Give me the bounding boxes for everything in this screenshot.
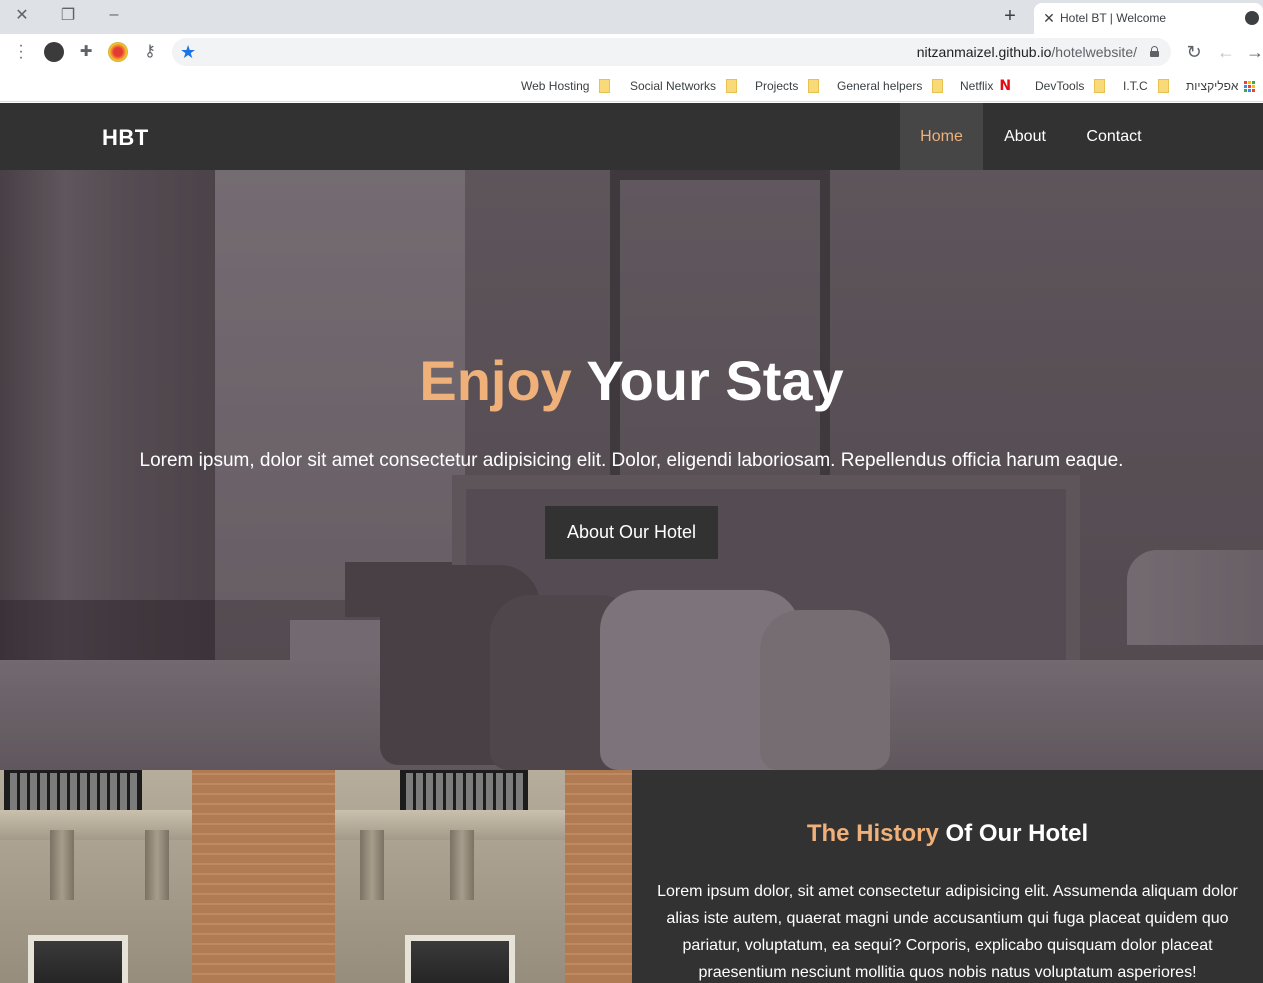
bookmark-web-hosting[interactable]: Web Hosting	[521, 76, 611, 96]
key-icon[interactable]: ⚷	[138, 40, 162, 64]
apps-grid-icon	[1244, 80, 1256, 92]
hero-title-rest: Your Stay	[571, 349, 844, 412]
folder-icon	[808, 79, 820, 93]
bookmark-projects[interactable]: Projects	[755, 76, 820, 96]
bookmark-label: DevTools	[1035, 79, 1085, 93]
history-section: The History Of Our Hotel Lorem ipsum dol…	[632, 770, 1263, 983]
netflix-icon: N	[999, 78, 1012, 94]
folder-icon	[599, 79, 611, 93]
hero-content: Enjoy Your Stay Lorem ipsum, dolor sit a…	[0, 170, 1263, 770]
close-window-icon[interactable]: ✕	[7, 4, 37, 26]
url-text: nitzanmaizel.github.io/hotelwebsite/	[917, 44, 1137, 60]
bookmark-label: Netflix	[960, 79, 994, 93]
folder-icon	[1094, 79, 1106, 93]
hotel-building-image	[0, 770, 632, 983]
lock-icon[interactable]	[1150, 46, 1159, 57]
folder-icon	[726, 79, 738, 93]
bookmark-devtools[interactable]: DevTools	[1035, 76, 1106, 96]
history-title-rest: Of Our Hotel	[938, 820, 1089, 847]
history-description: Lorem ipsum dolor, sit amet consectetur …	[657, 883, 1238, 981]
site-navbar: HBT Home About Contact	[0, 103, 1263, 170]
folder-icon	[932, 79, 944, 93]
about-hotel-button[interactable]: About Our Hotel	[545, 506, 718, 559]
bookmarks-bar: Web Hosting Social Networks Projects Gen…	[0, 70, 1263, 102]
bookmark-itc[interactable]: I.T.C	[1123, 76, 1169, 96]
url-host: nitzanmaizel.github.io	[916, 44, 1052, 60]
browser-toolbar: · · · ✚ ⚷ ★ nitzanmaizel.github.io/hotelwe…	[0, 34, 1263, 70]
browser-menu-icon[interactable]: · · ·	[14, 38, 28, 66]
site-brand-logo[interactable]: HBT	[102, 125, 149, 151]
bookmark-label: I.T.C	[1123, 79, 1148, 93]
folder-icon	[1157, 79, 1169, 93]
nav-link-contact[interactable]: Contact	[1067, 103, 1161, 170]
bookmark-general-helpers[interactable]: General helpers	[837, 76, 944, 96]
history-title-accent: The History	[806, 820, 939, 847]
globe-icon	[1245, 11, 1259, 25]
bookmark-label: Social Networks	[630, 79, 717, 93]
history-title: The History Of Our Hotel	[632, 820, 1263, 848]
forward-arrow-icon[interactable]: →	[1243, 40, 1263, 64]
bookmark-label: General helpers	[837, 79, 923, 93]
hero-description: Lorem ipsum, dolor sit amet consectetur …	[139, 450, 1124, 471]
url-path: /hotelwebsite/	[1051, 44, 1137, 60]
browser-tab-strip: ✕ ❐ – + ✕ Hotel BT | Welcome	[0, 0, 1263, 34]
back-arrow-icon[interactable]: ←	[1214, 40, 1238, 64]
bookmark-label: Web Hosting	[521, 79, 590, 93]
hero-title-accent: Enjoy	[419, 349, 572, 412]
bookmark-label: Projects	[755, 79, 799, 93]
tab-title: Hotel BT | Welcome	[1060, 11, 1167, 25]
hero-section: Enjoy Your Stay Lorem ipsum, dolor sit a…	[0, 170, 1263, 770]
profile-avatar[interactable]	[44, 42, 64, 62]
nav-link-home[interactable]: Home	[900, 103, 983, 170]
bookmark-label: אפליקציות	[1186, 79, 1239, 93]
bookmark-star-icon[interactable]: ★	[180, 40, 196, 64]
browser-tab[interactable]: ✕ Hotel BT | Welcome	[1034, 3, 1263, 34]
nav-link-about[interactable]: About	[983, 103, 1067, 170]
bookmark-social-networks[interactable]: Social Networks	[630, 76, 738, 96]
extensions-icon[interactable]: ✚	[74, 40, 98, 64]
tab-close-icon[interactable]: ✕	[1042, 11, 1056, 25]
bookmark-netflix[interactable]: Netflix N	[960, 76, 1012, 96]
extension-color-icon[interactable]	[108, 42, 128, 62]
bookmark-apps[interactable]: אפליקציות	[1186, 76, 1256, 96]
restore-window-icon[interactable]: ❐	[53, 4, 83, 26]
new-tab-button[interactable]: +	[998, 5, 1022, 29]
minimize-window-icon[interactable]: –	[99, 4, 129, 26]
reload-icon[interactable]: ↻	[1182, 40, 1206, 64]
hero-title: Enjoy Your Stay	[0, 348, 1263, 413]
address-bar[interactable]: ★ nitzanmaizel.github.io/hotelwebsite/	[172, 38, 1171, 66]
